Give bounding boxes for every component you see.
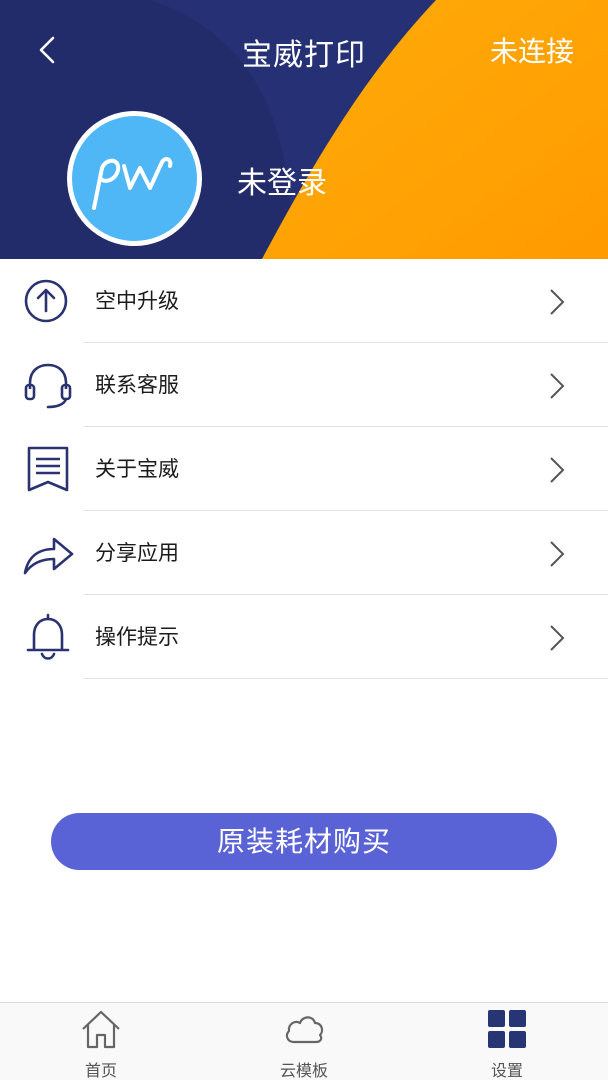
menu-item-label: 联系客服 [95, 373, 179, 397]
chevron-right-icon [550, 625, 565, 651]
menu-item-share-app[interactable]: 分享应用 [0, 511, 608, 595]
menu-list: 空中升级 联系客服 关于宝威 分享应用 操作提示 [0, 259, 608, 679]
grid-icon [488, 1010, 526, 1048]
divider [84, 678, 608, 679]
header: 宝威打印 未连接 未登录 [0, 0, 608, 259]
menu-item-label: 关于宝威 [95, 457, 179, 481]
chevron-right-icon [550, 541, 565, 567]
menu-item-label: 操作提示 [95, 625, 179, 649]
menu-item-operation-tips[interactable]: 操作提示 [0, 595, 608, 679]
tab-settings[interactable]: 设置 [446, 1003, 566, 1080]
home-icon [82, 1010, 120, 1049]
document-icon [27, 446, 69, 492]
bell-icon [26, 613, 70, 660]
menu-item-ota-upgrade[interactable]: 空中升级 [0, 259, 608, 343]
avatar[interactable] [67, 111, 202, 246]
tab-cloud-templates[interactable]: 云模板 [243, 1003, 363, 1080]
chevron-right-icon [550, 373, 565, 399]
menu-item-label: 分享应用 [95, 541, 179, 565]
chevron-right-icon [550, 289, 565, 315]
share-arrow-icon [23, 537, 74, 575]
arrow-up-circle-icon [24, 279, 68, 323]
cloud-icon [285, 1016, 324, 1044]
headset-icon [24, 363, 72, 409]
menu-item-about[interactable]: 关于宝威 [0, 427, 608, 511]
tab-home[interactable]: 首页 [40, 1003, 160, 1080]
pw-logo-icon [92, 157, 173, 210]
tab-label: 设置 [490, 1061, 523, 1080]
chevron-right-icon [550, 457, 565, 483]
menu-item-customer-service[interactable]: 联系客服 [0, 343, 608, 427]
avatar-logo [72, 116, 197, 241]
tab-label: 云模板 [279, 1061, 328, 1080]
menu-item-label: 空中升级 [95, 289, 179, 313]
tab-label: 首页 [84, 1061, 117, 1080]
tab-bar: 首页 云模板 设置 [0, 1002, 608, 1080]
login-status[interactable]: 未登录 [237, 158, 327, 202]
connection-status[interactable]: 未连接 [490, 30, 574, 70]
buy-consumables-button[interactable]: 原装耗材购买 [51, 813, 557, 870]
